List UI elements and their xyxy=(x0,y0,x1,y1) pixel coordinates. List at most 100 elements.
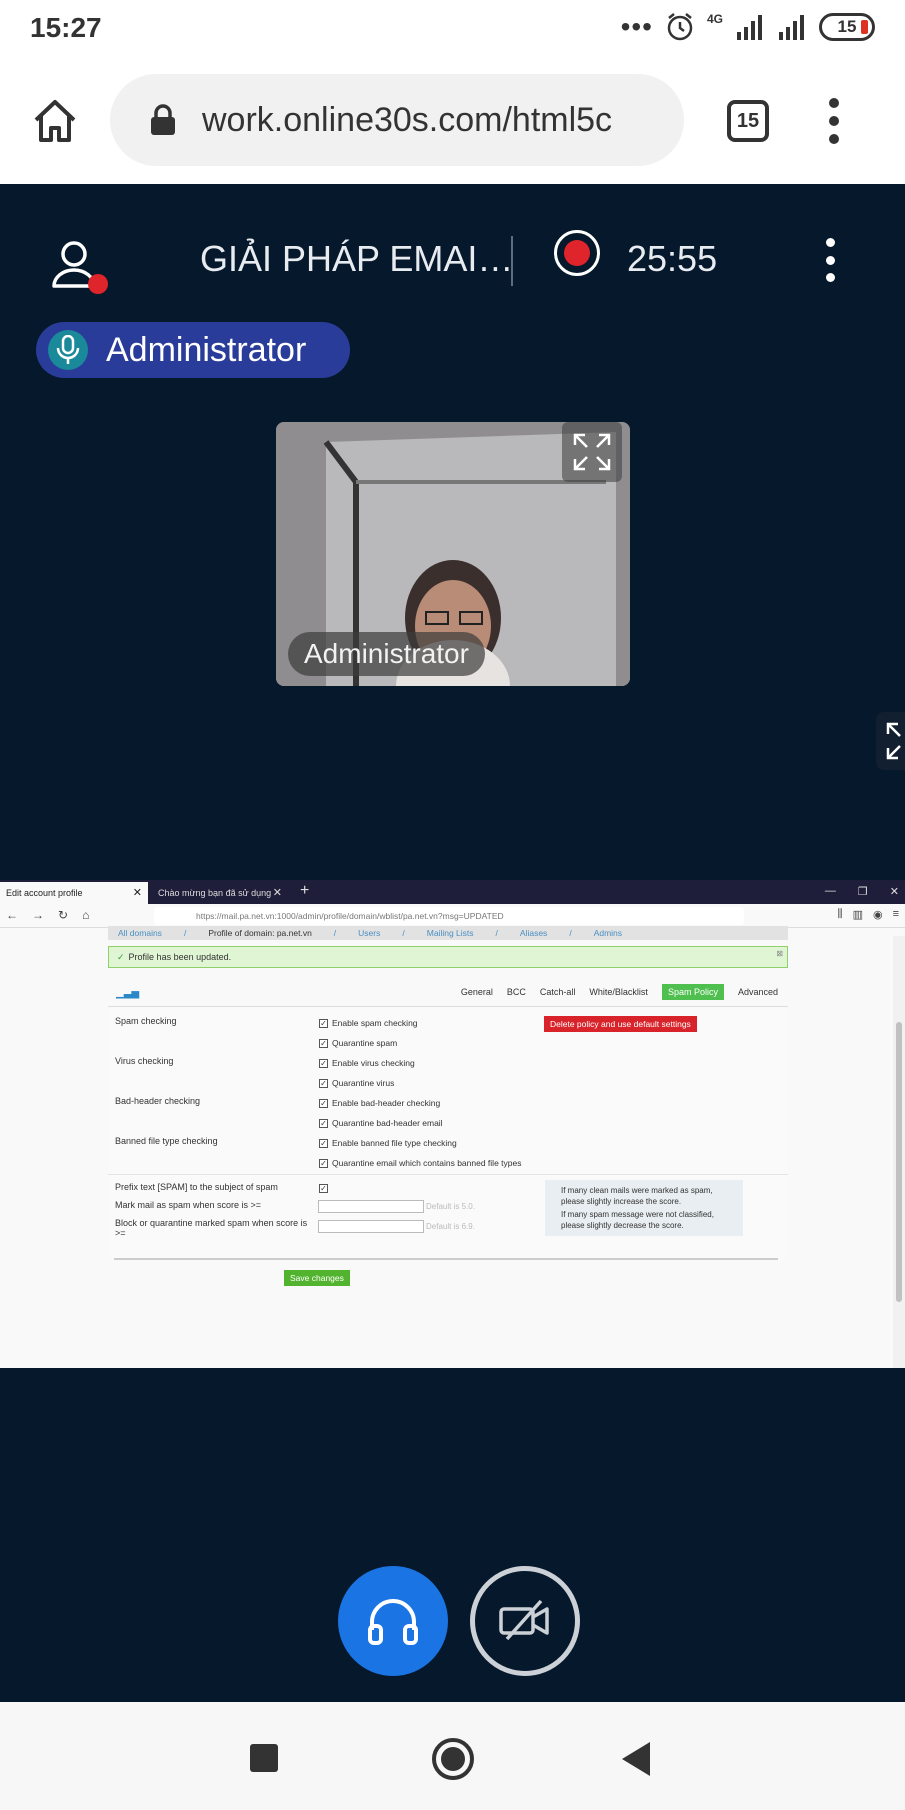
crumb-sep: / xyxy=(569,928,572,938)
close-window-icon[interactable]: ✕ xyxy=(890,885,899,898)
lock-icon xyxy=(151,104,175,135)
checkbox-label: Enable spam checking xyxy=(332,1018,418,1028)
participant-video[interactable]: Administrator xyxy=(276,422,630,686)
minimize-icon[interactable]: — xyxy=(825,885,836,898)
tab-welcome[interactable]: Chào mừng bạn đã sử dụng ✕ xyxy=(152,882,288,904)
checkbox-label: Quarantine bad-header email xyxy=(332,1118,443,1128)
status-icons: ••• 4G 15 xyxy=(621,12,875,42)
mark-spam-score-input[interactable] xyxy=(318,1200,424,1213)
audio-button[interactable] xyxy=(338,1566,448,1676)
browser-tab-bar: Edit account profile ✕ Chào mừng bạn đã … xyxy=(0,880,905,904)
crumb-sep: / xyxy=(402,928,405,938)
divider xyxy=(108,1174,788,1175)
notification-dot xyxy=(88,274,108,294)
crumb-sep: / xyxy=(495,928,498,938)
label-prefix-spam: Prefix text [SPAM] to the subject of spa… xyxy=(115,1182,278,1192)
crumb-users[interactable]: Users xyxy=(358,928,380,938)
crumb-all-domains[interactable]: All domains xyxy=(118,928,162,938)
window-controls: — ❐ ✕ xyxy=(825,885,899,898)
close-icon[interactable]: ✕ xyxy=(133,886,142,899)
back-nav-icon[interactable] xyxy=(622,1742,650,1776)
account-icon[interactable]: ◉ xyxy=(873,908,883,921)
divider xyxy=(108,1006,788,1007)
alarm-icon xyxy=(667,13,693,41)
tip-decrease: If many spam message were not classified… xyxy=(561,1210,714,1230)
enable-spam-checkbox[interactable]: ✓ Enable spam checking xyxy=(319,1018,418,1028)
battery-level: 15 xyxy=(837,17,857,36)
camera-toggle-button[interactable] xyxy=(470,1566,580,1676)
home-icon[interactable]: ⌂ xyxy=(82,908,89,922)
forward-icon[interactable]: → xyxy=(32,908,44,922)
prefix-spam-checkbox[interactable]: ✓ xyxy=(319,1184,328,1193)
tip-increase: If many clean mails were marked as spam,… xyxy=(561,1186,713,1206)
label-virus-checking: Virus checking xyxy=(115,1056,174,1066)
tab-label: Chào mừng bạn đã sử dụng xyxy=(158,888,272,898)
check-circle-icon: ✓ xyxy=(117,951,125,962)
restore-icon[interactable]: ❐ xyxy=(858,885,868,898)
meeting-menu-icon[interactable] xyxy=(824,238,836,282)
headphones-icon xyxy=(368,1599,418,1645)
scrollbar[interactable] xyxy=(893,936,905,1368)
admin-panel: All domains / Profile of domain: pa.net.… xyxy=(108,926,788,1312)
address-bar[interactable]: work.online30s.com/html5c xyxy=(110,74,684,166)
quarantine-virus-checkbox[interactable]: ✓ Quarantine virus xyxy=(319,1078,394,1088)
tab-bcc[interactable]: BCC xyxy=(507,987,526,997)
chart-icon[interactable]: ▁▃▅ xyxy=(116,988,139,999)
crumb-admins[interactable]: Admins xyxy=(594,928,622,938)
library-icon[interactable]: ⫼ xyxy=(838,908,843,921)
close-icon[interactable]: ⊠ xyxy=(776,949,783,958)
tab-general[interactable]: General xyxy=(461,987,493,997)
label-banned-file-type-checking: Banned file type checking xyxy=(115,1136,218,1146)
meeting-title: GIẢI PHÁP EMAI… xyxy=(200,238,514,279)
active-speaker-name: Administrator xyxy=(106,330,307,369)
enable-virus-checkbox[interactable]: ✓ Enable virus checking xyxy=(319,1058,415,1068)
checkbox-label: Enable bad-header checking xyxy=(332,1098,441,1108)
enable-bad-header-checkbox[interactable]: ✓ Enable bad-header checking xyxy=(319,1098,440,1108)
url-text: work.online30s.com/html5c xyxy=(202,100,613,139)
checkbox-label: Quarantine virus xyxy=(332,1078,395,1088)
crumb-aliases[interactable]: Aliases xyxy=(520,928,547,938)
shared-url: https://mail.pa.net.vn:1000/admin/profil… xyxy=(196,911,504,921)
save-changes-button[interactable]: Save changes xyxy=(284,1270,350,1286)
tab-spam-policy[interactable]: Spam Policy xyxy=(661,984,724,1000)
quarantine-bad-header-checkbox[interactable]: ✓ Quarantine bad-header email xyxy=(319,1118,443,1128)
browser-menu-icon[interactable] xyxy=(826,98,842,144)
home-icon[interactable] xyxy=(30,96,80,146)
active-speaker-badge: Administrator xyxy=(36,322,350,378)
back-icon[interactable]: ← xyxy=(6,908,18,922)
recording-icon[interactable] xyxy=(554,230,600,276)
hamburger-icon[interactable]: ≡ xyxy=(893,908,899,921)
new-tab-icon[interactable]: + xyxy=(300,882,309,900)
enable-banned-file-checkbox[interactable]: ✓ Enable banned file type checking xyxy=(319,1138,457,1148)
label-block-spam-score: Block or quarantine marked spam when sco… xyxy=(115,1218,308,1238)
divider xyxy=(511,236,513,286)
meeting-screen: GIẢI PHÁP EMAI… 25:55 Administrator Admi… xyxy=(0,184,905,1702)
crumb-sep: / xyxy=(183,928,187,938)
tab-catch-all[interactable]: Catch-all xyxy=(540,987,576,997)
toolbar-icons: ⫼ ▥ ◉ ≡ xyxy=(838,908,900,921)
block-spam-score-input[interactable] xyxy=(318,1220,424,1233)
tab-switcher-button[interactable]: 15 xyxy=(727,100,769,142)
breadcrumb: All domains / Profile of domain: pa.net.… xyxy=(108,926,788,940)
crumb-profile: Profile of domain: pa.net.vn xyxy=(208,928,312,938)
sidebar-icon[interactable]: ▥ xyxy=(853,908,863,921)
shared-screen: Edit account profile ✕ Chào mừng bạn đã … xyxy=(0,880,905,1368)
crumb-mailing-lists[interactable]: Mailing Lists xyxy=(427,928,474,938)
quarantine-banned-file-checkbox[interactable]: ✓ Quarantine email which contains banned … xyxy=(319,1158,521,1168)
system-nav-bar xyxy=(0,1702,905,1810)
shared-address-bar[interactable]: https://mail.pa.net.vn:1000/admin/profil… xyxy=(154,907,744,925)
fullscreen-icon[interactable] xyxy=(562,422,622,482)
home-nav-icon[interactable] xyxy=(432,1738,474,1780)
label-bad-header-checking: Bad-header checking xyxy=(115,1096,201,1106)
reload-icon[interactable]: ↻ xyxy=(58,908,68,922)
tab-edit-account-profile[interactable]: Edit account profile ✕ xyxy=(0,882,148,904)
microphone-icon xyxy=(48,330,88,370)
delete-policy-button[interactable]: Delete policy and use default settings xyxy=(544,1016,697,1032)
recent-apps-icon[interactable] xyxy=(250,1744,278,1772)
quarantine-spam-checkbox[interactable]: ✓ Quarantine spam xyxy=(319,1038,397,1048)
tab-advanced[interactable]: Advanced xyxy=(738,987,778,997)
network-type: 4G xyxy=(706,12,723,26)
tab-white-blacklist[interactable]: White/Blacklist xyxy=(589,987,648,997)
expand-icon[interactable] xyxy=(876,712,905,770)
close-icon[interactable]: ✕ xyxy=(273,886,282,899)
